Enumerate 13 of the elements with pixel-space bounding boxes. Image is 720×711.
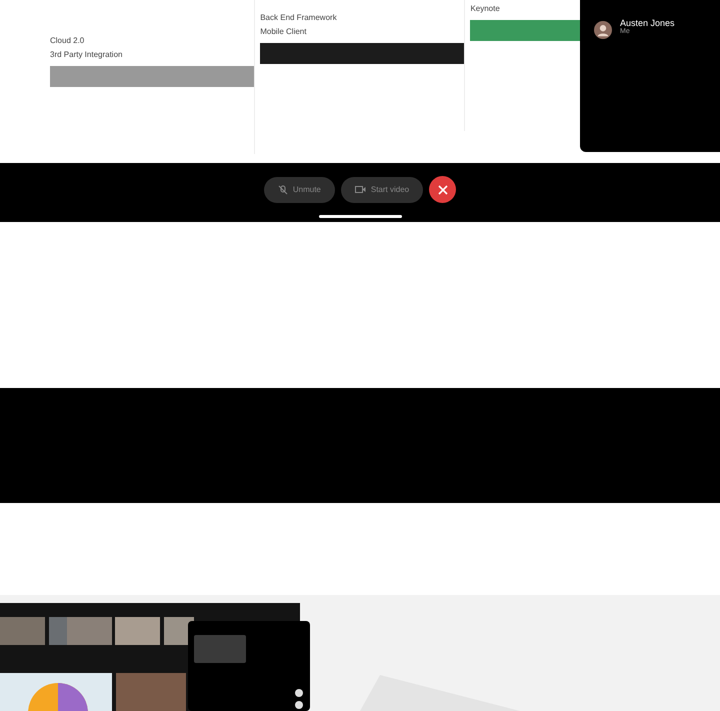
slide-text: Back End Framework xyxy=(260,12,338,24)
slide-text: 3rd Party Integration xyxy=(50,49,124,61)
end-call-button[interactable] xyxy=(429,176,456,203)
avatar-icon xyxy=(594,21,612,39)
participant-name: Austen Jones xyxy=(620,18,675,28)
slide-text: Keynote xyxy=(470,3,501,15)
microphone-icon xyxy=(278,184,288,194)
unmute-button[interactable]: Unmute xyxy=(264,176,335,202)
camera-icon xyxy=(354,185,366,194)
slide-text: Mobile Client xyxy=(260,26,308,38)
close-icon xyxy=(438,184,448,194)
slide-text: Cloud 2.0 xyxy=(50,35,86,47)
start-video-button[interactable]: Start video xyxy=(340,176,424,202)
